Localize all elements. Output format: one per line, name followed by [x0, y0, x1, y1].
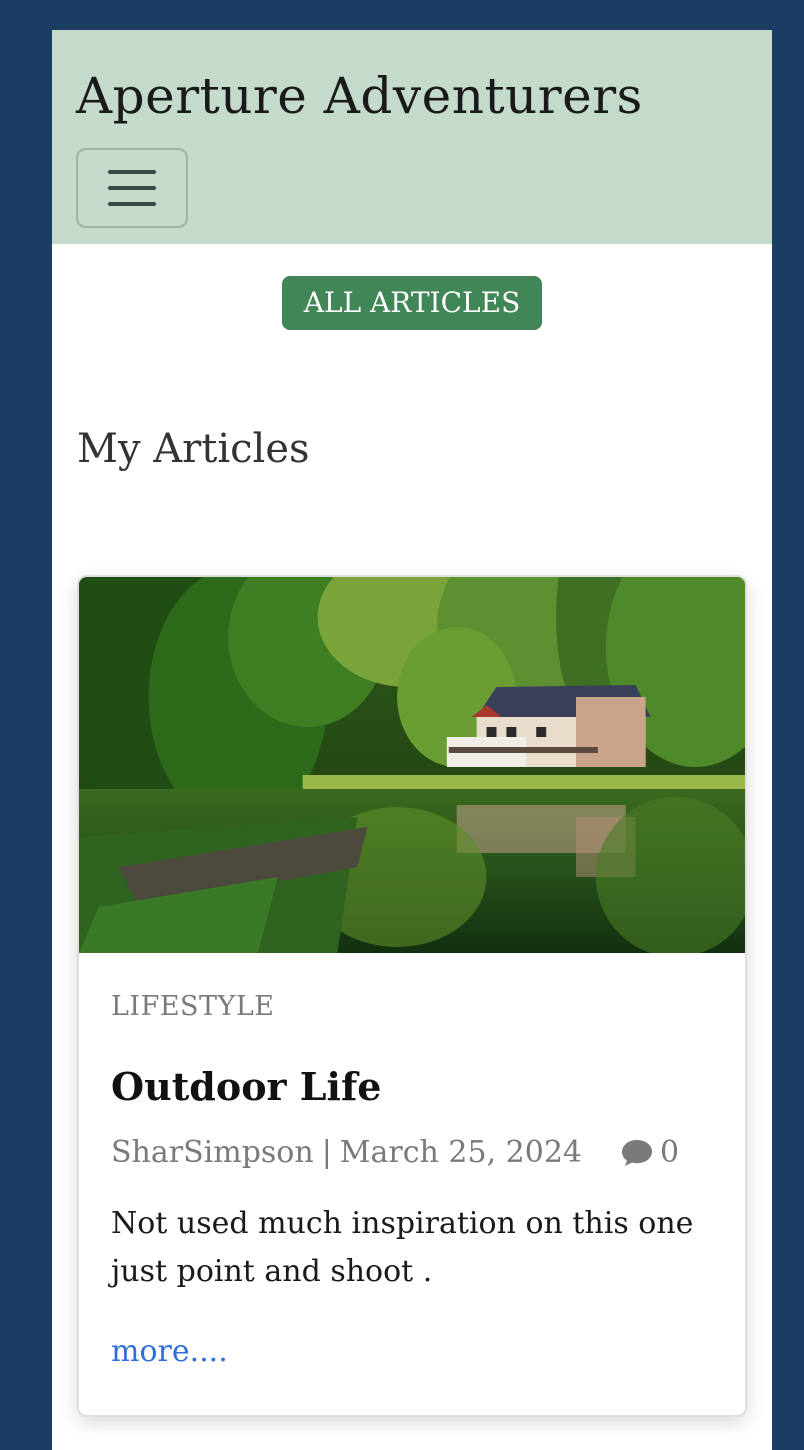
- article-category[interactable]: LIFESTYLE: [111, 991, 713, 1022]
- article-card-body: LIFESTYLE Outdoor Life SharSimpson | Mar…: [79, 953, 745, 1369]
- comment-count-group: 0: [620, 1135, 679, 1170]
- article-excerpt: Not used much inspiration on this one ju…: [111, 1206, 694, 1289]
- page-container: Aperture Adventurers ALL ARTICLES My Art…: [52, 30, 772, 1450]
- meta-separator: |: [321, 1135, 332, 1170]
- navbar-toggler-button[interactable]: [76, 148, 188, 228]
- section-title: My Articles: [77, 426, 310, 472]
- all-articles-button[interactable]: ALL ARTICLES: [281, 276, 543, 330]
- article-image[interactable]: [79, 577, 745, 953]
- comment-icon: [622, 1139, 652, 1166]
- hamburger-menu-icon: [108, 170, 156, 206]
- article-card: LIFESTYLE Outdoor Life SharSimpson | Mar…: [77, 575, 747, 1417]
- article-meta: SharSimpson | March 25, 2024 0: [111, 1135, 713, 1170]
- all-articles-wrapper: ALL ARTICLES: [52, 276, 772, 330]
- article-title[interactable]: Outdoor Life: [111, 1064, 713, 1109]
- read-more-link[interactable]: more....: [111, 1334, 228, 1369]
- comment-count: 0: [660, 1135, 680, 1170]
- article-date: March 25, 2024: [339, 1135, 582, 1170]
- brand-link[interactable]: Aperture Adventurers: [76, 68, 748, 124]
- navbar: Aperture Adventurers: [52, 30, 772, 244]
- article-author: SharSimpson: [111, 1135, 314, 1170]
